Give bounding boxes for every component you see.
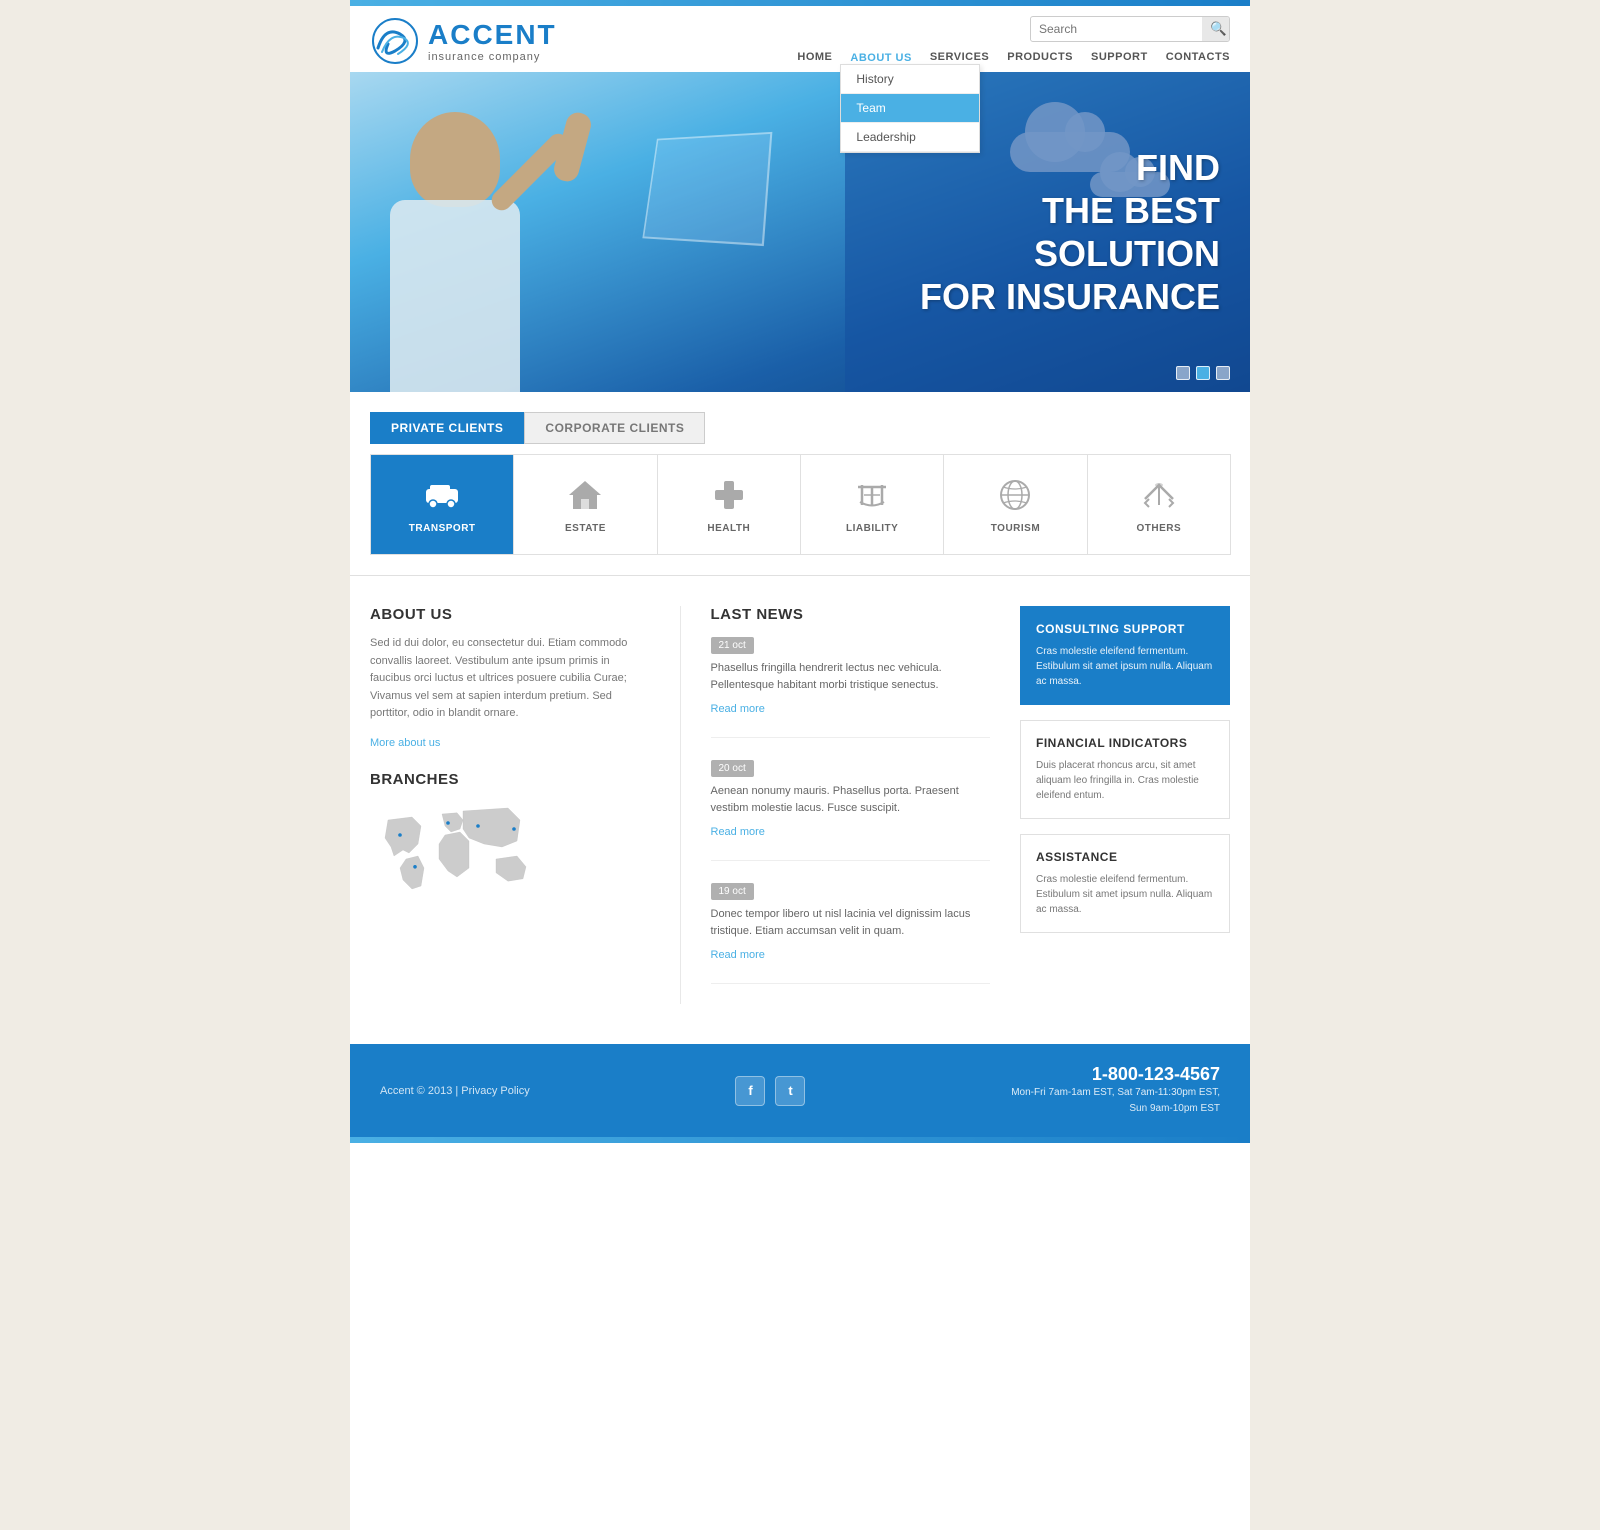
nav-home[interactable]: HOME — [797, 51, 832, 63]
facebook-button[interactable]: f — [735, 1076, 765, 1106]
about-body: Sed id dui dolor, eu consectetur dui. Et… — [370, 635, 650, 723]
health-label: HEALTH — [707, 523, 750, 534]
slider-dot-3[interactable] — [1216, 366, 1230, 380]
content-left: ABOUT US Sed id dui dolor, eu consectetu… — [370, 606, 680, 1004]
branches-title: BRANCHES — [370, 771, 650, 788]
content-area: ABOUT US Sed id dui dolor, eu consectetu… — [350, 576, 1250, 1034]
nav-contacts[interactable]: CONTACTS — [1166, 51, 1230, 63]
logo-area[interactable]: ACCENT insurance company — [370, 16, 557, 66]
assistance-title: ASSISTANCE — [1036, 850, 1214, 864]
search-bar: 🔍 — [1030, 16, 1230, 42]
footer-hours: Mon-Fri 7am-1am EST, Sat 7am-11:30pm EST… — [1011, 1085, 1220, 1117]
service-health[interactable]: HEALTH — [657, 454, 801, 555]
logo-tagline: insurance company — [428, 51, 557, 63]
search-input[interactable] — [1031, 18, 1202, 40]
about-title: ABOUT US — [370, 606, 650, 623]
dropdown-team[interactable]: Team — [841, 94, 979, 123]
page-wrapper: ACCENT insurance company 🔍 HOME ABOUT US — [350, 0, 1250, 1530]
twitter-button[interactable]: t — [775, 1076, 805, 1106]
transport-icon — [422, 475, 462, 515]
hero-text: FIND THE BEST SOLUTION FOR INSURANCE — [845, 126, 1250, 339]
nav-services[interactable]: SERVICES — [930, 51, 989, 63]
consulting-title: CONSULTING SUPPORT — [1036, 622, 1214, 636]
about-dropdown: History Team Leadership — [840, 64, 980, 153]
financial-text: Duis placerat rhoncus arcu, sit amet ali… — [1036, 758, 1214, 803]
estate-icon — [565, 475, 605, 515]
nav-about[interactable]: ABOUT US — [850, 52, 911, 64]
nav-products[interactable]: PRODUCTS — [1007, 51, 1073, 63]
header: ACCENT insurance company 🔍 HOME ABOUT US — [350, 6, 1250, 72]
tourism-label: TOURISM — [991, 523, 1040, 534]
sidebar-financial: FINANCIAL INDICATORS Duis placerat rhonc… — [1020, 720, 1230, 819]
sidebar-assistance: ASSISTANCE Cras molestie eleifend fermen… — [1020, 834, 1230, 933]
slider-dot-2[interactable] — [1196, 366, 1210, 380]
bottom-bar — [350, 1137, 1250, 1143]
footer-phone: 1-800-123-4567 — [1011, 1064, 1220, 1085]
tab-private[interactable]: PRIVATE CLIENTS — [370, 412, 524, 444]
hero-banner: FIND THE BEST SOLUTION FOR INSURANCE — [350, 72, 1250, 392]
logo-icon — [370, 16, 420, 66]
estate-label: ESTATE — [565, 523, 606, 534]
news-title: LAST NEWS — [711, 606, 991, 623]
service-liability[interactable]: LIABILITY — [800, 454, 944, 555]
footer-copyright: Accent © 2013 | Privacy Policy — [380, 1085, 530, 1097]
slider-dots — [1176, 366, 1230, 380]
world-map — [370, 800, 550, 900]
content-middle: LAST NEWS 21 oct Phasellus fringilla hen… — [680, 606, 1021, 1004]
news-read-more-3[interactable]: Read more — [711, 949, 765, 961]
service-others[interactable]: OTHERS — [1087, 454, 1231, 555]
others-label: OTHERS — [1136, 523, 1181, 534]
service-tourism[interactable]: TOURISM — [943, 454, 1087, 555]
service-estate[interactable]: ESTATE — [513, 454, 657, 555]
footer-social: f t — [735, 1076, 805, 1106]
news-read-more-1[interactable]: Read more — [711, 703, 765, 715]
news-date-1: 21 oct — [711, 637, 754, 654]
nav-support[interactable]: SUPPORT — [1091, 51, 1148, 63]
news-text-1: Phasellus fringilla hendrerit lectus nec… — [711, 660, 991, 693]
dropdown-history[interactable]: History — [841, 65, 979, 94]
news-text-3: Donec tempor libero ut nisl lacinia vel … — [711, 906, 991, 939]
header-right: 🔍 HOME ABOUT US History Team Leadership … — [797, 16, 1230, 72]
news-item-2: 20 oct Aenean nonumy mauris. Phasellus p… — [711, 758, 991, 861]
news-item-1: 21 oct Phasellus fringilla hendrerit lec… — [711, 635, 991, 738]
health-icon — [709, 475, 749, 515]
tabs-section: PRIVATE CLIENTS CORPORATE CLIENTS — [350, 392, 1250, 444]
assistance-text: Cras molestie eleifend fermentum. Estibu… — [1036, 872, 1214, 917]
logo-name: ACCENT — [428, 19, 557, 51]
search-button[interactable]: 🔍 — [1202, 17, 1230, 41]
liability-icon — [852, 475, 892, 515]
footer-contact: 1-800-123-4567 Mon-Fri 7am-1am EST, Sat … — [1011, 1064, 1220, 1117]
consulting-text: Cras molestie eleifend fermentum. Estibu… — [1036, 644, 1214, 689]
news-item-3: 19 oct Donec tempor libero ut nisl lacin… — [711, 881, 991, 984]
nav-about-container: ABOUT US History Team Leadership — [850, 50, 911, 64]
dropdown-leadership[interactable]: Leadership — [841, 123, 979, 152]
about-read-more[interactable]: More about us — [370, 737, 440, 749]
hero-heading: FIND THE BEST SOLUTION FOR INSURANCE — [875, 146, 1220, 319]
services-grid: TRANSPORT ESTATE HEALTH — [350, 444, 1250, 576]
service-transport[interactable]: TRANSPORT — [370, 454, 514, 555]
news-read-more-2[interactable]: Read more — [711, 826, 765, 838]
transport-label: TRANSPORT — [409, 523, 476, 534]
tourism-icon — [995, 475, 1035, 515]
map-svg — [370, 800, 550, 900]
branches-section: BRANCHES — [370, 771, 650, 900]
others-icon — [1139, 475, 1179, 515]
tab-corporate[interactable]: CORPORATE CLIENTS — [524, 412, 705, 444]
news-date-2: 20 oct — [711, 760, 754, 777]
sidebar-consulting: CONSULTING SUPPORT Cras molestie eleifen… — [1020, 606, 1230, 705]
main-nav: HOME ABOUT US History Team Leadership SE… — [797, 50, 1230, 72]
client-tabs: PRIVATE CLIENTS CORPORATE CLIENTS — [370, 412, 1230, 444]
liability-label: LIABILITY — [846, 523, 898, 534]
slider-dot-1[interactable] — [1176, 366, 1190, 380]
news-date-3: 19 oct — [711, 883, 754, 900]
sidebar: CONSULTING SUPPORT Cras molestie eleifen… — [1020, 606, 1230, 1004]
news-text-2: Aenean nonumy mauris. Phasellus porta. P… — [711, 783, 991, 816]
footer: Accent © 2013 | Privacy Policy f t 1-800… — [350, 1044, 1250, 1137]
financial-title: FINANCIAL INDICATORS — [1036, 736, 1214, 750]
